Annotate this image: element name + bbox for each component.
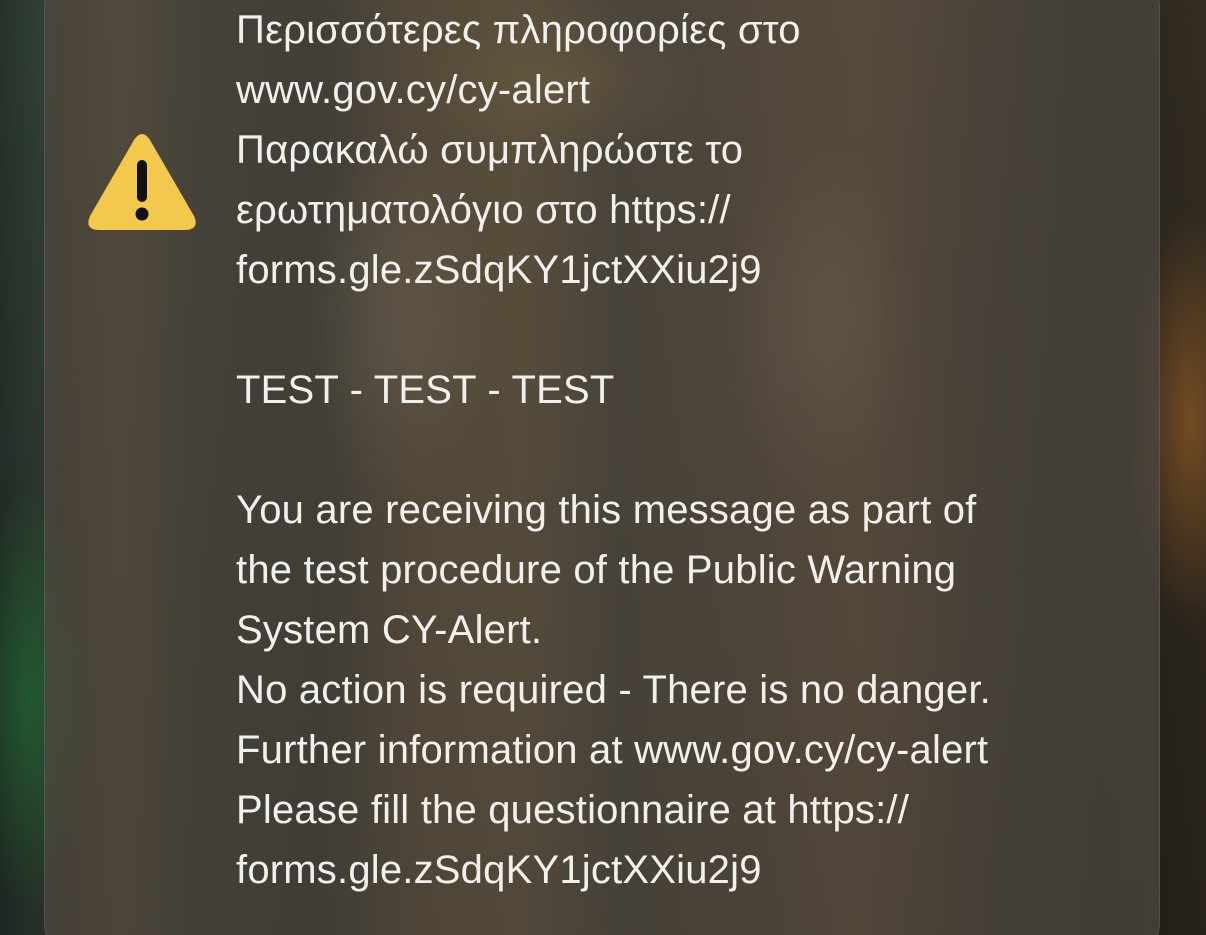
greek-more-info-link[interactable]: www.gov.cy/cy-alert xyxy=(236,60,1136,120)
english-receiving-line: You are receiving this message as part o… xyxy=(236,488,977,532)
english-receiving-line: the test procedure of the Public Warning xyxy=(236,548,957,592)
english-further-info-line[interactable]: Further information at www.gov.cy/cy-ale… xyxy=(236,720,1136,780)
greek-more-info-line: Περισσότερες πληροφορίες στο xyxy=(236,8,801,52)
alert-message-body: Περισσότερες πληροφορίες στο www.gov.cy/… xyxy=(236,0,1136,900)
english-questionnaire-line: Please fill the questionnaire at https:/… xyxy=(236,788,910,832)
english-no-action-line: No action is required - There is no dang… xyxy=(236,668,991,712)
english-questionnaire-link[interactable]: forms.gle.zSdqKY1jctXXiu2j9 xyxy=(236,840,1136,900)
english-receiving-line: System CY-Alert. xyxy=(236,608,543,652)
test-marker: TEST - TEST - TEST xyxy=(236,368,615,412)
greek-questionnaire-link[interactable]: forms.gle.zSdqKY1jctXXiu2j9 xyxy=(236,240,1136,300)
greek-questionnaire-line: ερωτηματολόγιο στο https:// xyxy=(236,188,731,232)
greek-questionnaire-line: Παρακαλώ συμπληρώστε το xyxy=(236,128,744,172)
warning-icon xyxy=(88,134,196,230)
